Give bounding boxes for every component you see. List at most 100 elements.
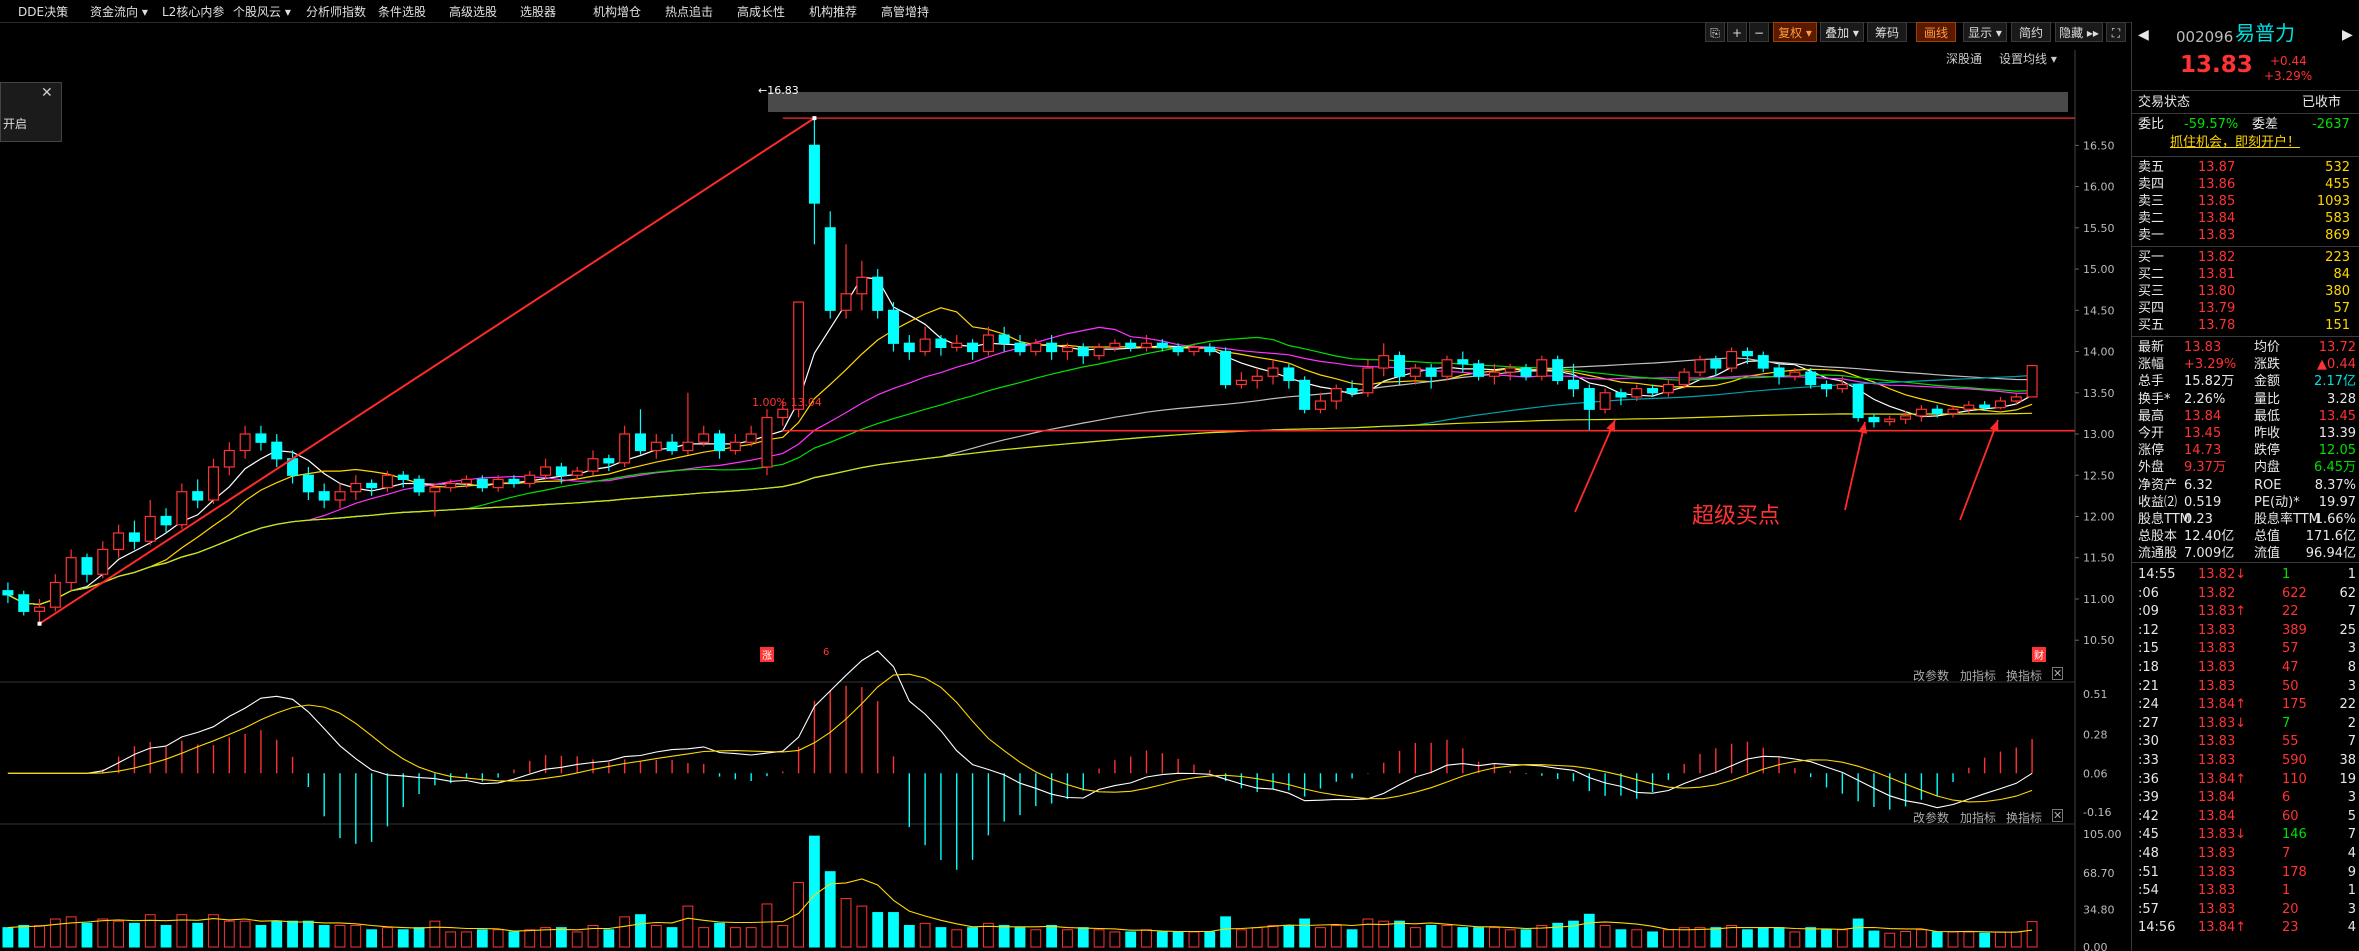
menu-executive-add[interactable]: 高管增持 bbox=[881, 3, 929, 20]
candle-body[interactable] bbox=[856, 276, 868, 295]
candle-body[interactable] bbox=[1378, 355, 1390, 369]
menu-capital-flow[interactable]: 资金流向 ▾ bbox=[90, 3, 148, 20]
candle-body[interactable] bbox=[777, 408, 789, 419]
candle-body[interactable] bbox=[1077, 346, 1089, 357]
candle-body[interactable] bbox=[1884, 418, 1896, 423]
candle-body[interactable] bbox=[887, 309, 899, 344]
candle-body[interactable] bbox=[1710, 359, 1722, 369]
menu-institution-add[interactable]: 机构增仓 bbox=[593, 3, 641, 20]
vol-close-icon[interactable]: ✕ bbox=[2052, 809, 2064, 822]
candle-body[interactable] bbox=[1631, 388, 1643, 398]
candle-body[interactable] bbox=[1994, 400, 2006, 409]
candle-body[interactable] bbox=[1457, 359, 1469, 365]
candle-body[interactable] bbox=[998, 334, 1010, 344]
candle-body[interactable] bbox=[1330, 388, 1342, 402]
candle-body[interactable] bbox=[1678, 371, 1690, 386]
candle-body[interactable] bbox=[524, 474, 536, 485]
candle-body[interactable] bbox=[1346, 388, 1358, 394]
kline-svg[interactable]: 16.50 16.00 15.50 15.00 14.50 14.00 13.50 13.00… bbox=[0, 22, 2128, 951]
candle-body[interactable] bbox=[555, 466, 567, 476]
candle-body[interactable] bbox=[1314, 400, 1326, 410]
candle-body[interactable] bbox=[1425, 367, 1437, 377]
candle-body[interactable] bbox=[1662, 383, 1674, 394]
candle-body[interactable] bbox=[1046, 342, 1058, 353]
candle-body[interactable] bbox=[698, 433, 710, 443]
vol-switch-indicator[interactable]: 换指标 bbox=[2006, 809, 2042, 826]
vol-edit-params[interactable]: 改参数 bbox=[1913, 809, 1949, 826]
candle-body[interactable] bbox=[381, 474, 393, 489]
candle-body[interactable] bbox=[761, 416, 773, 468]
candle-body[interactable] bbox=[903, 342, 915, 353]
menu-l2[interactable]: L2核心内参 bbox=[162, 3, 224, 20]
candle-body[interactable] bbox=[49, 581, 61, 608]
candle-body[interactable] bbox=[350, 482, 362, 493]
candle-body[interactable] bbox=[682, 441, 694, 452]
candle-body[interactable] bbox=[1852, 383, 1864, 419]
menu-hot-chase[interactable]: 热点追击 bbox=[665, 3, 713, 20]
candle-body[interactable] bbox=[1520, 367, 1532, 377]
candle-body[interactable] bbox=[1030, 342, 1042, 353]
candle-body[interactable] bbox=[1251, 375, 1263, 382]
candle-body[interactable] bbox=[808, 144, 820, 204]
candle-body[interactable] bbox=[1141, 342, 1153, 349]
candle-body[interactable] bbox=[1536, 359, 1548, 377]
macd-edit-params[interactable]: 改参数 bbox=[1913, 667, 1949, 684]
candle-body[interactable] bbox=[540, 466, 552, 476]
candle-body[interactable] bbox=[1599, 392, 1611, 410]
candle-body[interactable] bbox=[729, 441, 741, 452]
candle-body[interactable] bbox=[935, 338, 947, 349]
candle-body[interactable] bbox=[413, 478, 425, 493]
candle-body[interactable] bbox=[919, 338, 931, 353]
candle-body[interactable] bbox=[1757, 355, 1769, 369]
candle-body[interactable] bbox=[1726, 350, 1738, 369]
menu-stock-news[interactable]: 个股风云 ▾ bbox=[233, 3, 291, 20]
candle-body[interactable] bbox=[476, 478, 488, 489]
candle-body[interactable] bbox=[1821, 383, 1833, 390]
candle-body[interactable] bbox=[1615, 392, 1627, 398]
candle-body[interactable] bbox=[982, 334, 994, 353]
candle-body[interactable] bbox=[1694, 359, 1706, 373]
candle-body[interactable] bbox=[192, 491, 204, 501]
candle-body[interactable] bbox=[587, 458, 599, 472]
candle-body[interactable] bbox=[1789, 371, 1801, 377]
candle-body[interactable] bbox=[1915, 408, 1927, 417]
candle-body[interactable] bbox=[1394, 355, 1406, 377]
candle-body[interactable] bbox=[1741, 350, 1753, 357]
open-account-link[interactable]: 抓住机会，即刻开户！ bbox=[2170, 134, 2300, 152]
candle-body[interactable] bbox=[160, 515, 172, 526]
candle-body[interactable] bbox=[951, 342, 963, 349]
candle-body[interactable] bbox=[1220, 350, 1232, 386]
macd-close-icon[interactable]: ✕ bbox=[2052, 667, 2064, 680]
candle-body[interactable] bbox=[1567, 379, 1579, 390]
candle-body[interactable] bbox=[18, 594, 30, 612]
hk-connect-link[interactable]: 深股通 bbox=[1946, 50, 1982, 67]
trend-line[interactable] bbox=[38, 117, 815, 625]
candle-body[interactable] bbox=[97, 548, 109, 575]
menu-dde[interactable]: DDE决策 bbox=[18, 3, 68, 20]
candle-body[interactable] bbox=[571, 470, 583, 476]
candle-body[interactable] bbox=[1836, 383, 1848, 390]
candle-body[interactable] bbox=[634, 433, 646, 452]
candle-body[interactable] bbox=[366, 482, 378, 489]
candle-body[interactable] bbox=[445, 482, 457, 489]
candle-body[interactable] bbox=[650, 441, 662, 452]
next-stock-icon[interactable]: ▶ bbox=[2342, 26, 2353, 44]
menu-condition-select[interactable]: 条件选股 bbox=[378, 3, 426, 20]
candle-body[interactable] bbox=[492, 478, 504, 489]
candle-body[interactable] bbox=[1299, 379, 1311, 410]
candle-body[interactable] bbox=[255, 433, 267, 443]
candle-body[interactable] bbox=[2026, 364, 2038, 398]
candle-body[interactable] bbox=[2010, 396, 2022, 402]
candle-body[interactable] bbox=[1172, 346, 1184, 353]
candle-body[interactable] bbox=[1805, 371, 1817, 386]
candle-body[interactable] bbox=[461, 478, 473, 485]
trend-end-handle[interactable] bbox=[812, 116, 817, 121]
candle-body[interactable] bbox=[128, 532, 140, 542]
candle-body[interactable] bbox=[1963, 404, 1975, 410]
candle-body[interactable] bbox=[1409, 367, 1421, 377]
prev-stock-icon[interactable]: ◀ bbox=[2138, 26, 2149, 44]
candle-body[interactable] bbox=[745, 433, 757, 443]
candle-body[interactable] bbox=[1061, 346, 1073, 353]
candle-body[interactable] bbox=[113, 532, 125, 551]
candle-body[interactable] bbox=[223, 449, 235, 468]
